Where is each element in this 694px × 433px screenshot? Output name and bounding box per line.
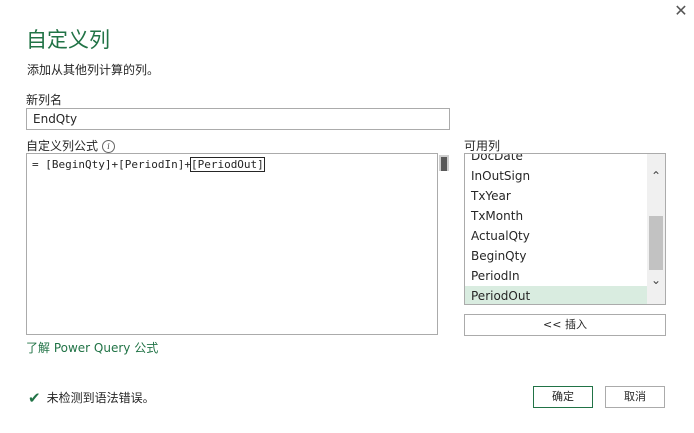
list-item[interactable]: TxYear [465,186,647,206]
available-columns-scrollbar[interactable]: ⌃ ⌄ [647,154,665,304]
status-message: ✔ 未检测到语法错误。 [28,389,155,407]
formula-text-prefix: = [BeginQty]+[PeriodIn]+ [32,158,191,171]
chevron-down-icon[interactable]: ⌄ [647,272,665,288]
ok-button[interactable]: 确定 [533,386,593,408]
formula-label-row: 自定义列公式 i [26,137,116,154]
formula-editor[interactable]: = [BeginQty]+[PeriodIn]+[PeriodOut] [26,153,438,335]
dialog-subtitle: 添加从其他列计算的列。 [27,63,160,77]
status-text: 未检测到语法错误。 [46,391,155,405]
cancel-button[interactable]: 取消 [605,386,665,408]
chevron-up-icon[interactable]: ⌃ [647,168,665,184]
available-columns-list[interactable]: DocDate InOutSign TxYear TxMonth ActualQ… [464,153,666,305]
new-column-name-input[interactable]: EndQty [26,108,450,130]
dialog-title: 自定义列 [26,28,110,52]
formula-selected-token: [PeriodOut] [189,157,265,172]
formula-text[interactable]: = [BeginQty]+[PeriodIn]+[PeriodOut] [32,157,265,172]
scroll-thumb[interactable] [649,216,663,270]
new-column-name-label: 新列名 [26,93,63,107]
formula-scroll-thumb[interactable] [441,157,447,171]
list-item[interactable]: PeriodIn [465,266,647,286]
list-item[interactable]: ActualQty [465,226,647,246]
close-icon[interactable]: ✕ [672,2,690,20]
list-item[interactable]: BeginQty [465,246,647,266]
list-item[interactable]: DocDate [465,154,647,166]
insert-button[interactable]: << 插入 [464,314,666,336]
list-item[interactable]: InOutSign [465,166,647,186]
learn-power-query-link[interactable]: 了解 Power Query 公式 [26,339,158,356]
formula-label: 自定义列公式 [26,139,99,153]
check-icon: ✔ [28,389,41,407]
list-item[interactable]: TxMonth [465,206,647,226]
list-item-selected[interactable]: PeriodOut [465,286,647,304]
available-columns-label: 可用列 [464,139,501,153]
info-icon[interactable]: i [102,140,116,153]
available-columns-items: DocDate InOutSign TxYear TxMonth ActualQ… [465,154,647,304]
